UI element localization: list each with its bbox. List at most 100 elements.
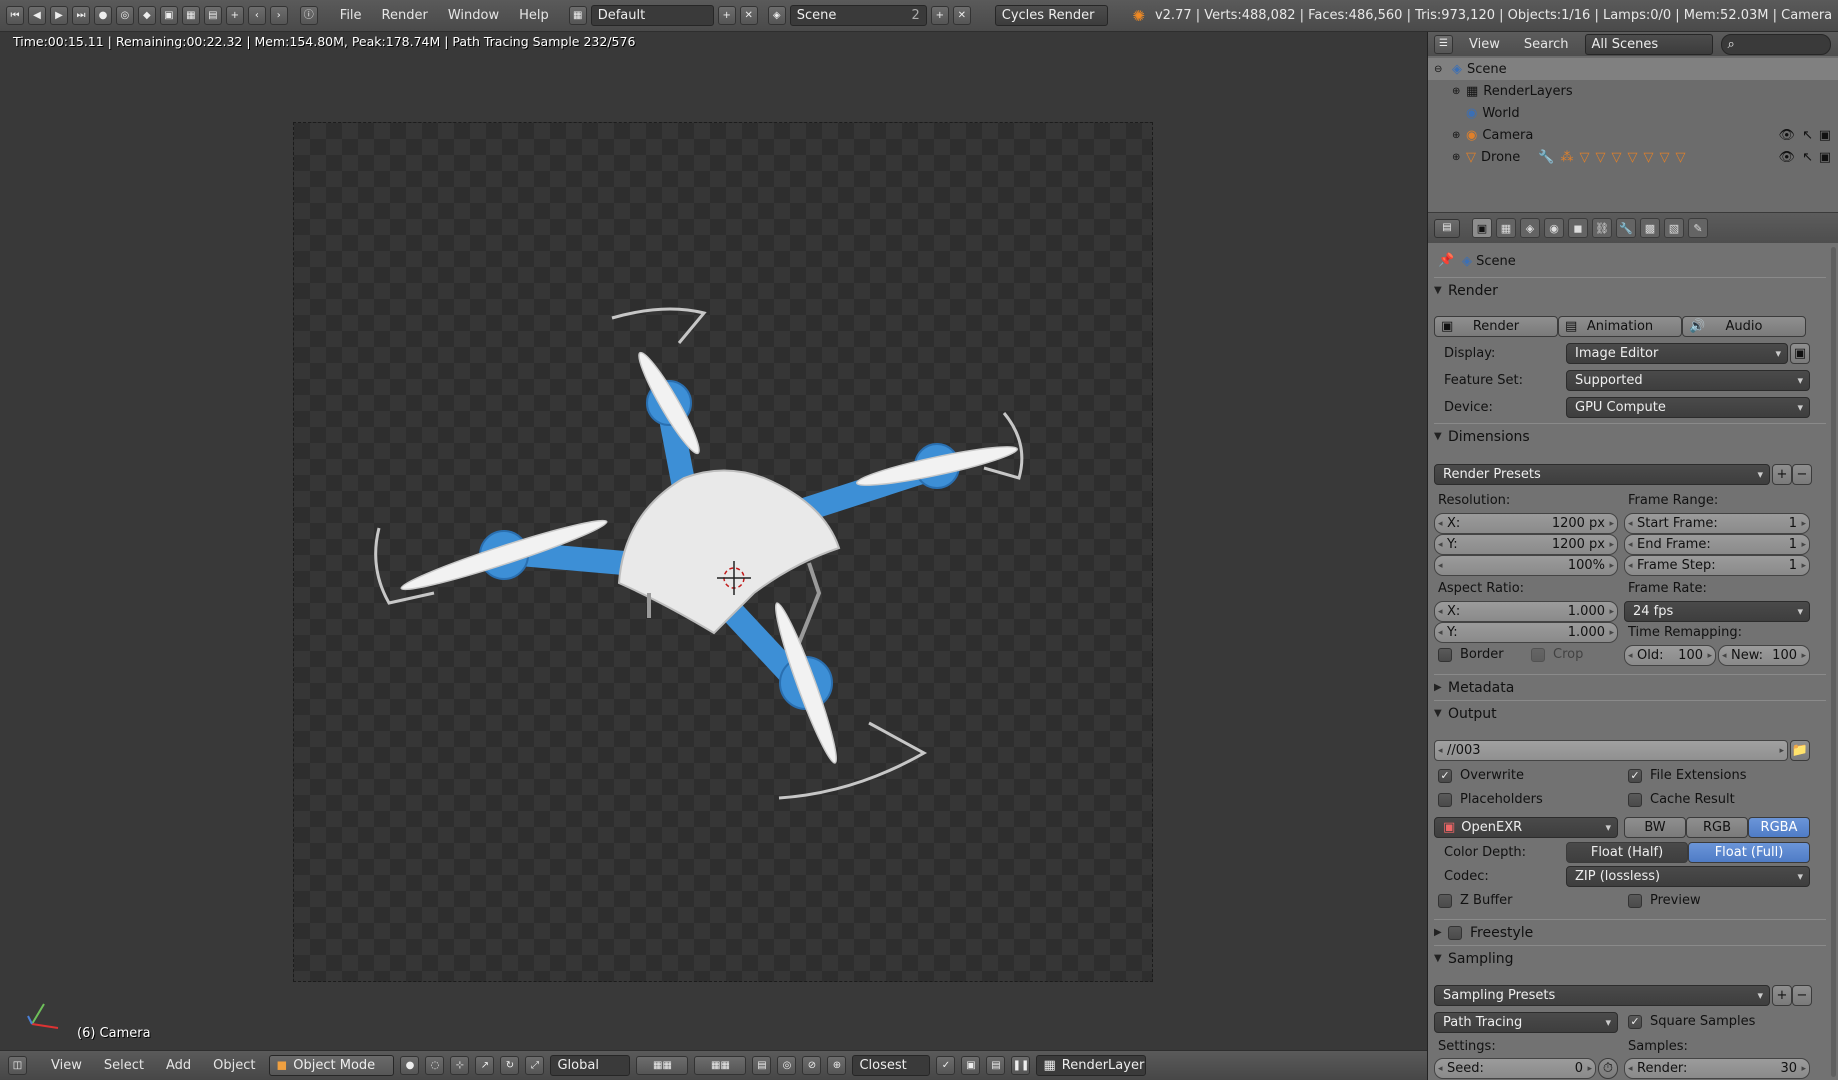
scene-field[interactable]: Scene 2	[789, 5, 927, 26]
panel-metadata-header[interactable]: ▶ Metadata	[1434, 674, 1826, 700]
mode-select[interactable]: ◼ Object Mode	[269, 1055, 395, 1076]
play-icon[interactable]: ▶	[49, 6, 68, 25]
shield-icon[interactable]: ▣	[159, 6, 178, 25]
close-layout-icon[interactable]: ✕	[739, 6, 758, 25]
overwrite-checkbox[interactable]: ✓ Overwrite	[1438, 768, 1524, 783]
visibility-eye-icon[interactable]: 👁	[1778, 150, 1795, 165]
tab-render[interactable]: ▣	[1472, 218, 1492, 238]
jump-end-icon[interactable]: ⏭	[71, 6, 90, 25]
3d-viewport[interactable]: Time:00:15.11 | Remaining:00:22.32 | Mem…	[0, 32, 1427, 1050]
pivot-icon[interactable]: ◌	[425, 1056, 445, 1075]
render-layer-select[interactable]: ▦ RenderLayer	[1036, 1055, 1147, 1076]
feature-set-select[interactable]: Supported	[1566, 370, 1810, 391]
visibility-eye-icon[interactable]: 👁	[1778, 128, 1795, 143]
snap-target-select[interactable]: Closest	[852, 1055, 931, 1076]
snap-align-icon[interactable]: ✓	[936, 1056, 956, 1075]
select-arrow-icon[interactable]: ↖	[1802, 150, 1813, 165]
render-camera-icon[interactable]: ▣	[1819, 128, 1831, 143]
remove-sampling-preset-button[interactable]: −	[1792, 985, 1812, 1006]
manipulator-icon[interactable]: ⊹	[450, 1056, 470, 1075]
menu-object[interactable]: Object	[205, 1058, 263, 1073]
rotate-icon[interactable]: ↻	[500, 1056, 520, 1075]
placeholders-checkbox[interactable]: Placeholders	[1438, 792, 1543, 807]
tab-modifiers[interactable]: 🔧	[1616, 218, 1636, 238]
opengl-render-icon[interactable]: ▣	[961, 1056, 981, 1075]
outliner-menu-search[interactable]: Search	[1516, 37, 1577, 52]
outliner-menu-view[interactable]: View	[1461, 37, 1508, 52]
expand-icon[interactable]: ⊕	[1452, 152, 1466, 163]
pin-icon[interactable]: 📌	[1438, 253, 1454, 268]
tab-constraints[interactable]: ⛓	[1592, 218, 1612, 238]
add-preset-button[interactable]: +	[1772, 464, 1792, 485]
remap-new-field[interactable]: New: 100	[1718, 645, 1810, 666]
folder-icon[interactable]: 📁	[1790, 740, 1810, 761]
jump-start-icon[interactable]: ⏮	[6, 6, 24, 25]
frame-step-field[interactable]: Frame Step: 1	[1624, 555, 1810, 576]
animation-button[interactable]: ▤ Animation	[1558, 316, 1682, 337]
tab-scene[interactable]: ◈	[1520, 218, 1540, 238]
orientation-select[interactable]: Global	[550, 1055, 631, 1076]
expand-icon[interactable]: ⊕	[1452, 130, 1466, 141]
opengl-anim-icon[interactable]: ▤	[986, 1056, 1006, 1075]
res-x-field[interactable]: X: 1200 px	[1434, 513, 1618, 534]
color-rgba-button[interactable]: RGBA	[1748, 817, 1810, 838]
render-presets-select[interactable]: Render Presets	[1434, 464, 1770, 485]
menu-view[interactable]: View	[43, 1058, 90, 1073]
collapse-icon[interactable]: ⊖	[1434, 64, 1452, 75]
proportional-icon[interactable]: ◎	[777, 1056, 797, 1075]
outliner-row-drone[interactable]: ⊕ ▽ Drone 🔧⁂▽▽▽▽▽▽▽ 👁 ↖ ▣	[1428, 146, 1838, 168]
expand-icon[interactable]: ⊕	[1452, 86, 1466, 97]
render-button[interactable]: ▣ Render	[1434, 316, 1558, 337]
outliner-row-world[interactable]: ◉ World	[1428, 102, 1838, 124]
tab-texture[interactable]: ▧	[1664, 218, 1684, 238]
panel-sampling-header[interactable]: ▼ Sampling	[1434, 945, 1826, 971]
res-percent-field[interactable]: 100%	[1434, 555, 1618, 576]
file-format-select[interactable]: ▣ OpenEXR	[1434, 817, 1618, 838]
next-icon[interactable]: ›	[269, 6, 288, 25]
panel-dimensions-header[interactable]: ▼ Dimensions	[1434, 423, 1826, 449]
snap-icon[interactable]: ⊘	[802, 1056, 822, 1075]
outliner-filter-select[interactable]: All Scenes	[1584, 33, 1713, 55]
panel-output-header[interactable]: ▼ Output	[1434, 700, 1826, 726]
record-icon[interactable]: ●	[93, 6, 112, 25]
camera-icon[interactable]: ▤	[203, 6, 222, 25]
outliner-search-field[interactable]: ⌕	[1720, 33, 1831, 55]
tab-physics[interactable]: ✎	[1688, 218, 1708, 238]
sampling-presets-select[interactable]: Sampling Presets	[1434, 985, 1770, 1006]
render-samples-field[interactable]: Render: 30	[1624, 1058, 1810, 1079]
remap-old-field[interactable]: Old: 100	[1624, 645, 1716, 666]
shading-icon[interactable]: ●	[400, 1056, 420, 1075]
audio-button[interactable]: 🔊 Audio	[1682, 316, 1806, 337]
properties-scrollbar[interactable]	[1831, 247, 1836, 1077]
menu-help[interactable]: Help	[511, 8, 557, 23]
editor-type-icon[interactable]: ◫	[8, 1056, 27, 1075]
render-camera-icon[interactable]: ▣	[1819, 150, 1831, 165]
translate-icon[interactable]: ↗	[475, 1056, 495, 1075]
layers-2-icon[interactable]: ▦▦	[694, 1056, 747, 1075]
aspect-x-field[interactable]: X: 1.000	[1434, 601, 1618, 622]
pause-icon[interactable]: ❚❚	[1011, 1056, 1031, 1075]
start-frame-field[interactable]: Start Frame: 1	[1624, 513, 1810, 534]
color-bw-button[interactable]: BW	[1624, 817, 1686, 838]
device-select[interactable]: GPU Compute	[1566, 397, 1810, 418]
info-editor-icon[interactable]: ⓘ	[299, 6, 318, 25]
panel-render-header[interactable]: ▼ Render	[1434, 277, 1826, 303]
display-select[interactable]: Image Editor	[1566, 343, 1788, 364]
square-samples-checkbox[interactable]: ✓ Square Samples	[1628, 1014, 1755, 1029]
prev-icon[interactable]: ‹	[247, 6, 266, 25]
scene-icon[interactable]: ◈	[767, 6, 786, 25]
end-frame-field[interactable]: End Frame: 1	[1624, 534, 1810, 555]
menu-select[interactable]: Select	[96, 1058, 152, 1073]
lock-layers-icon[interactable]: ▤	[752, 1056, 772, 1075]
properties-editor-icon[interactable]: ▤	[1434, 218, 1460, 238]
layout-icon[interactable]: ▦	[568, 6, 587, 25]
freestyle-checkbox[interactable]	[1448, 925, 1462, 940]
tab-material[interactable]: ▩	[1640, 218, 1660, 238]
select-arrow-icon[interactable]: ↖	[1802, 128, 1813, 143]
play-reverse-icon[interactable]: ◀	[27, 6, 46, 25]
menu-add[interactable]: Add	[158, 1058, 199, 1073]
file-extensions-checkbox[interactable]: ✓ File Extensions	[1628, 768, 1746, 783]
border-checkbox[interactable]: Border	[1438, 647, 1504, 662]
checker-icon[interactable]: ▦	[181, 6, 200, 25]
add-sampling-preset-button[interactable]: +	[1772, 985, 1792, 1006]
